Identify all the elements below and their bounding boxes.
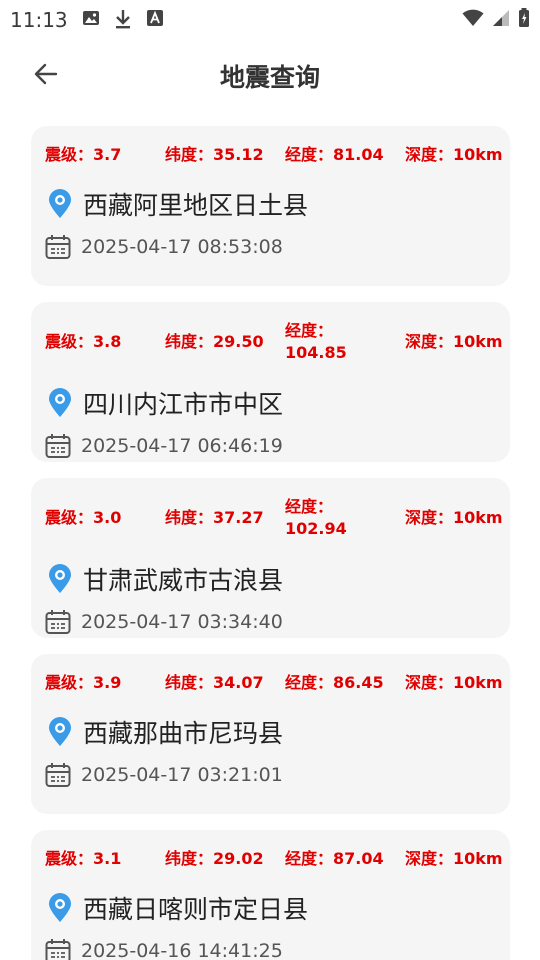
magnitude-label: 震级：3.8 [45, 332, 122, 351]
location-row: 甘肃武威市古浪县 [47, 561, 283, 597]
system-icons [462, 8, 530, 32]
time-text: 2025-04-16 14:41:25 [81, 940, 283, 960]
location-pin-icon [49, 564, 71, 593]
location-text: 甘肃武威市古浪县 [83, 566, 284, 595]
earthquake-card[interactable]: 震级：3.7 纬度：35.12 经度：81.04 深度：10km 西藏阿里地区日… [31, 126, 510, 286]
time-row: 2025-04-17 06:46:19 [45, 433, 283, 459]
location-pin-icon [49, 189, 71, 218]
latitude-label: 纬度：29.02 [165, 849, 264, 868]
depth-label: 深度：10km [405, 145, 503, 164]
depth-label: 深度：10km [405, 332, 503, 351]
location-text: 四川内江市市中区 [83, 390, 284, 419]
latitude-label: 纬度：37.27 [165, 508, 264, 527]
latitude-label: 纬度：34.07 [165, 673, 264, 692]
download-icon [114, 9, 132, 33]
location-text: 西藏阿里地区日土县 [83, 191, 309, 220]
location-row: 四川内江市市中区 [47, 385, 283, 421]
status-time: 11:13 [10, 8, 68, 32]
magnitude-label: 震级：3.9 [45, 673, 122, 692]
location-text: 西藏日喀则市定日县 [83, 895, 309, 924]
location-row: 西藏日喀则市定日县 [47, 890, 308, 926]
longitude-label: 经度：87.04 [285, 849, 384, 868]
time-row: 2025-04-17 08:53:08 [45, 234, 283, 260]
calendar-icon [45, 763, 71, 787]
location-row: 西藏那曲市尼玛县 [47, 714, 283, 750]
calendar-icon [45, 235, 71, 259]
image-icon [82, 9, 100, 33]
earthquake-card[interactable]: 震级：3.0 纬度：37.27 经度：102.94 深度：10km 甘肃武威市古… [31, 478, 510, 638]
notification-icons [82, 9, 164, 33]
calendar-icon [45, 939, 71, 960]
earthquake-card[interactable]: 震级：3.1 纬度：29.02 经度：87.04 深度：10km 西藏日喀则市定… [31, 830, 510, 960]
page-title: 地震查询 [219, 63, 320, 92]
earthquake-card[interactable]: 震级：3.8 纬度：29.50 经度：104.85 深度：10km 四川内江市市… [31, 302, 510, 462]
latitude-label: 纬度：35.12 [165, 145, 264, 164]
time-text: 2025-04-17 08:53:08 [81, 236, 283, 258]
location-text: 西藏那曲市尼玛县 [83, 719, 284, 748]
time-row: 2025-04-17 03:21:01 [45, 762, 283, 788]
depth-label: 深度：10km [405, 508, 503, 527]
latitude-label: 纬度：29.50 [165, 332, 264, 351]
depth-label: 深度：10km [405, 849, 503, 868]
wifi-icon [462, 9, 484, 31]
depth-label: 深度：10km [405, 673, 503, 692]
magnitude-label: 震级：3.1 [45, 849, 122, 868]
signal-icon [492, 9, 510, 31]
location-row: 西藏阿里地区日土县 [47, 186, 308, 222]
time-row: 2025-04-17 03:34:40 [45, 609, 283, 635]
calendar-icon [45, 610, 71, 634]
longitude-label: 经度：86.45 [285, 673, 384, 692]
font-icon [146, 9, 164, 33]
app-bar: 地震查询 [0, 44, 540, 104]
location-pin-icon [49, 388, 71, 417]
time-text: 2025-04-17 06:46:19 [81, 435, 283, 457]
calendar-icon [45, 434, 71, 458]
longitude-label: 经度：102.94 [285, 497, 347, 538]
longitude-label: 经度：81.04 [285, 145, 384, 164]
battery-icon [518, 8, 530, 32]
magnitude-label: 震级：3.0 [45, 508, 122, 527]
time-text: 2025-04-17 03:21:01 [81, 764, 283, 786]
longitude-label: 经度：104.85 [285, 321, 347, 362]
status-bar: 11:13 [0, 0, 540, 36]
magnitude-label: 震级：3.7 [45, 145, 122, 164]
earthquake-list[interactable]: 震级：3.7 纬度：35.12 经度：81.04 深度：10km 西藏阿里地区日… [31, 126, 510, 960]
location-pin-icon [49, 893, 71, 922]
earthquake-card[interactable]: 震级：3.9 纬度：34.07 经度：86.45 深度：10km 西藏那曲市尼玛… [31, 654, 510, 814]
location-pin-icon [49, 717, 71, 746]
time-row: 2025-04-16 14:41:25 [45, 938, 283, 960]
time-text: 2025-04-17 03:34:40 [81, 611, 283, 633]
